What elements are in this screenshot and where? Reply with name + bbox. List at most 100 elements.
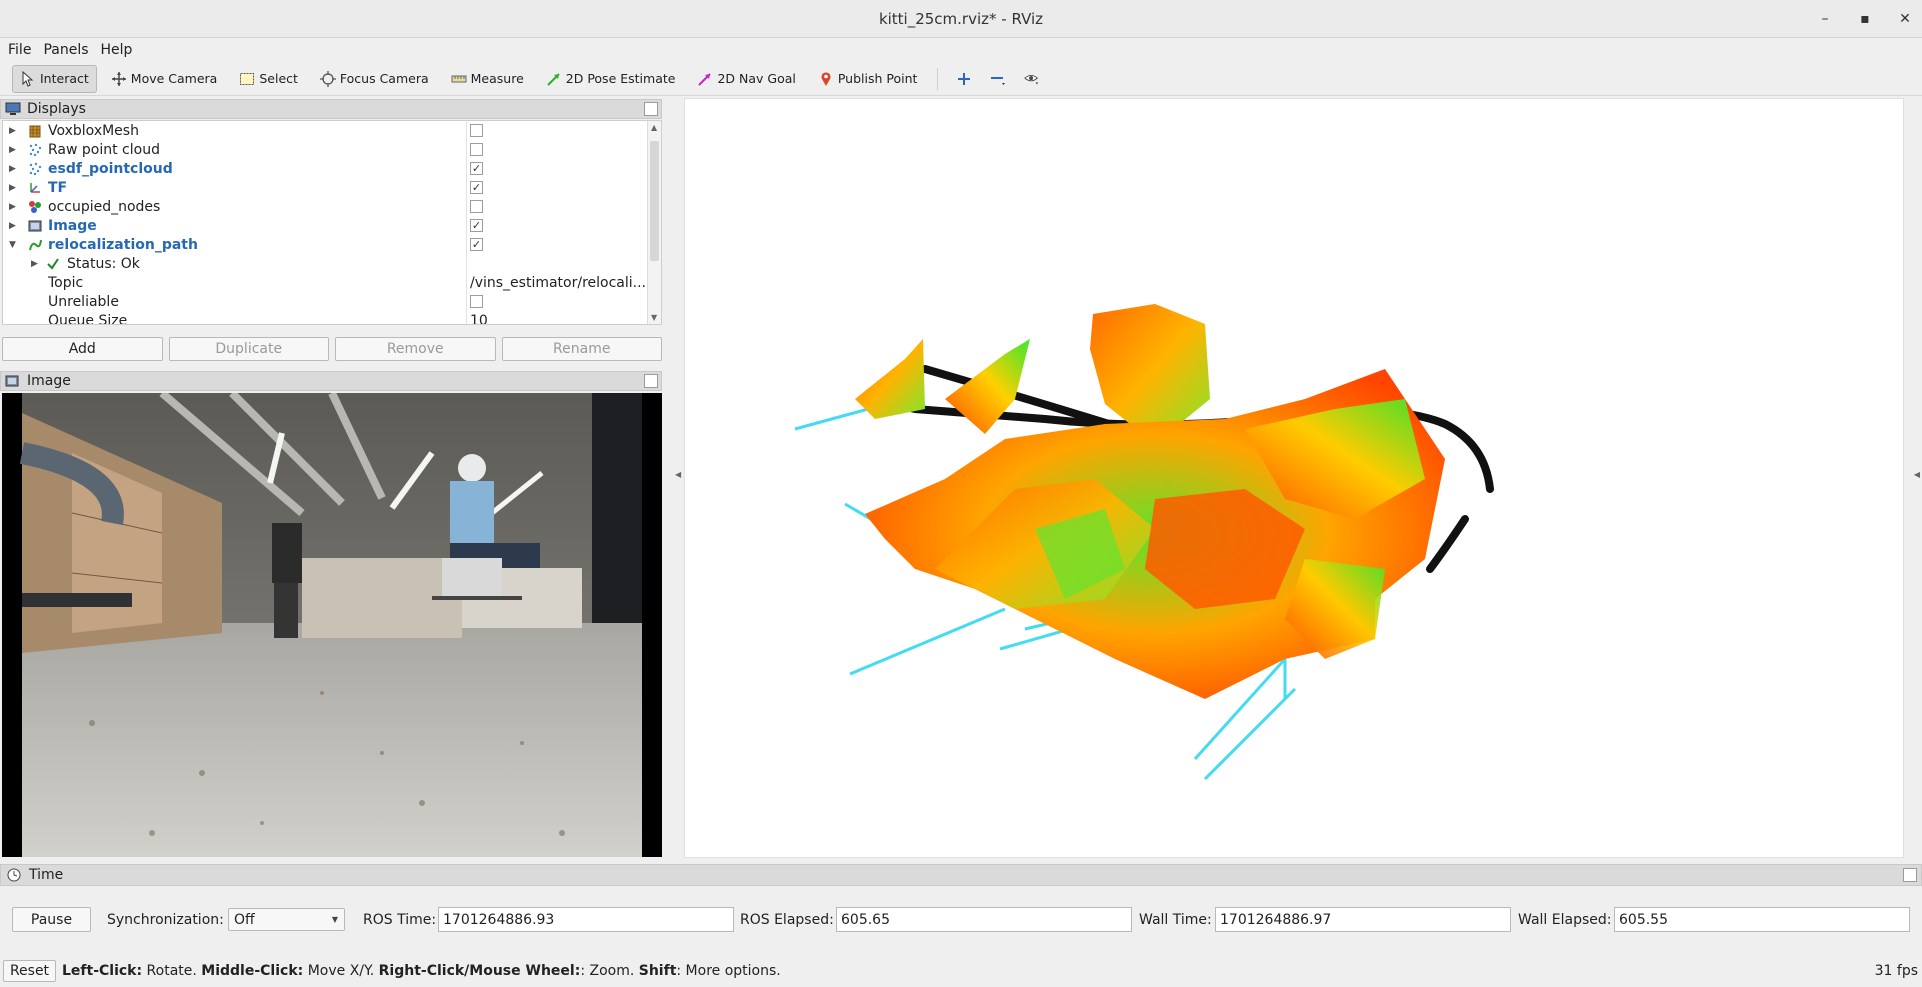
prop-value[interactable]: /vins_estimator/relocali... <box>470 275 648 291</box>
display-checkbox[interactable] <box>470 143 483 156</box>
close-icon[interactable]: ✕ <box>1896 8 1914 30</box>
wall-elapsed-field[interactable]: 605.55 <box>1614 907 1910 932</box>
remove-tool-button[interactable] <box>984 65 1012 93</box>
focus-icon <box>319 70 336 87</box>
display-row-raw-point-cloud[interactable]: ▶ Raw point cloud <box>3 140 649 159</box>
expand-arrow-icon[interactable]: ▶ <box>9 126 16 136</box>
prop-row-unreliable[interactable]: Unreliable <box>3 292 649 311</box>
prop-row-topic[interactable]: Topic /vins_estimator/relocali... <box>3 273 649 292</box>
image-close-button[interactable] <box>644 374 658 388</box>
status-row[interactable]: ▶ Status: Ok <box>3 254 649 273</box>
collapse-left-icon[interactable]: ◀ <box>675 470 681 479</box>
scroll-thumb[interactable] <box>650 141 659 261</box>
tool-measure[interactable]: Measure <box>443 65 532 93</box>
camera-image-view[interactable] <box>2 393 662 857</box>
display-label: occupied_nodes <box>48 198 161 215</box>
display-checkbox[interactable] <box>470 124 483 137</box>
view-tool-button[interactable] <box>1018 65 1046 93</box>
ros-elapsed-label: ROS Elapsed: <box>740 912 834 928</box>
monitor-icon <box>5 102 21 116</box>
prop-value[interactable]: 10 <box>470 313 648 325</box>
display-row-tf[interactable]: ▶ TF ✓ <box>3 178 649 197</box>
camera-frame <box>19 393 642 857</box>
display-checkbox[interactable]: ✓ <box>470 162 483 175</box>
display-row-relocalization-path[interactable]: ▼ relocalization_path ✓ <box>3 235 649 254</box>
time-panel-header: Time <box>0 864 1922 886</box>
3d-render-view[interactable] <box>684 98 1904 858</box>
ros-time-field[interactable]: 1701264886.93 <box>438 907 734 932</box>
image-icon <box>27 218 43 234</box>
minimize-icon[interactable]: – <box>1816 8 1834 30</box>
image-panel-header: Image <box>0 371 662 391</box>
ros-elapsed-field[interactable]: 605.65 <box>836 907 1132 932</box>
marker-icon <box>27 199 43 215</box>
menu-file[interactable]: File <box>8 42 31 58</box>
pointcloud-icon <box>27 161 43 177</box>
hint-text: Rotate. <box>142 963 202 979</box>
tree-scrollbar[interactable]: ▲ ▼ <box>647 121 661 324</box>
tool-focus-camera[interactable]: Focus Camera <box>312 65 437 93</box>
expand-arrow-icon[interactable]: ▶ <box>9 183 16 193</box>
status-label: Status: Ok <box>67 255 140 272</box>
display-checkbox[interactable] <box>470 200 483 213</box>
display-label: esdf_pointcloud <box>48 160 173 177</box>
display-checkbox[interactable]: ✓ <box>470 181 483 194</box>
tool-2d-nav-goal-label: 2D Nav Goal <box>717 71 796 86</box>
expand-arrow-icon[interactable]: ▶ <box>9 164 16 174</box>
wall-time-field[interactable]: 1701264886.97 <box>1215 907 1511 932</box>
collapse-arrow-icon[interactable]: ▼ <box>9 240 16 250</box>
remove-button[interactable]: Remove <box>335 337 496 361</box>
prop-row-queue-size[interactable]: Queue Size 10 <box>3 311 649 325</box>
displays-button-row: Add Duplicate Remove Rename <box>2 337 662 361</box>
reset-button[interactable]: Reset <box>3 960 56 982</box>
menu-panels[interactable]: Panels <box>43 42 88 58</box>
expand-arrow-icon[interactable]: ▶ <box>9 202 16 212</box>
panel-splitter[interactable]: ◀ <box>664 98 682 858</box>
display-label: VoxbloxMesh <box>48 122 139 139</box>
toolbar-separator <box>937 67 939 90</box>
image-icon <box>5 374 21 388</box>
time-close-button[interactable] <box>1903 868 1917 882</box>
maximize-icon[interactable]: ▪ <box>1856 8 1874 30</box>
expand-arrow-icon[interactable]: ▶ <box>9 221 16 231</box>
sync-select[interactable]: Off ▼ <box>228 908 345 931</box>
tool-select[interactable]: Select <box>231 65 306 93</box>
image-panel-title: Image <box>27 373 71 389</box>
tool-interact[interactable]: Interact <box>12 64 97 93</box>
collapse-right-icon[interactable]: ◀ <box>1914 470 1920 479</box>
displays-close-button[interactable] <box>644 102 658 116</box>
display-row-image[interactable]: ▶ Image ✓ <box>3 216 649 235</box>
tool-2d-pose-estimate[interactable]: 2D Pose Estimate <box>538 65 684 93</box>
display-label: Image <box>48 217 97 234</box>
display-row-esdf-pointcloud[interactable]: ▶ esdf_pointcloud ✓ <box>3 159 649 178</box>
scroll-down-icon[interactable]: ▼ <box>651 313 657 322</box>
tool-interact-label: Interact <box>40 71 89 86</box>
duplicate-button[interactable]: Duplicate <box>168 337 329 361</box>
tf-icon <box>27 180 43 196</box>
rename-button[interactable]: Rename <box>501 337 662 361</box>
display-row-voxbloxmesh[interactable]: ▶ VoxbloxMesh <box>3 121 649 140</box>
tool-move-camera-label: Move Camera <box>130 71 218 86</box>
wall-elapsed-label: Wall Elapsed: <box>1518 912 1612 928</box>
time-controls: Pause Synchronization: Off ▼ ROS Time: 1… <box>0 906 1922 934</box>
pose-arrow-icon <box>546 71 562 87</box>
clock-icon <box>7 868 23 882</box>
tool-move-camera[interactable]: Move Camera <box>103 65 226 93</box>
expand-arrow-icon[interactable]: ▶ <box>31 259 38 269</box>
menu-help[interactable]: Help <box>101 42 133 58</box>
pause-button[interactable]: Pause <box>12 907 91 932</box>
hint-text: : More options. <box>676 963 781 979</box>
add-tool-button[interactable] <box>950 65 978 93</box>
display-checkbox[interactable]: ✓ <box>470 238 483 251</box>
tool-publish-point[interactable]: Publish Point <box>810 65 926 93</box>
add-button[interactable]: Add <box>2 337 163 361</box>
display-checkbox[interactable]: ✓ <box>470 219 483 232</box>
display-row-occupied-nodes[interactable]: ▶ occupied_nodes <box>3 197 649 216</box>
tool-2d-nav-goal[interactable]: 2D Nav Goal <box>689 65 803 93</box>
scroll-up-icon[interactable]: ▲ <box>651 123 657 132</box>
expand-arrow-icon[interactable]: ▶ <box>9 145 16 155</box>
path-icon <box>27 237 43 253</box>
unreliable-checkbox[interactable] <box>470 295 483 308</box>
hint-key: Shift <box>638 963 677 979</box>
status-bar: Reset Left-Click: Rotate. Middle-Click: … <box>0 958 1922 984</box>
